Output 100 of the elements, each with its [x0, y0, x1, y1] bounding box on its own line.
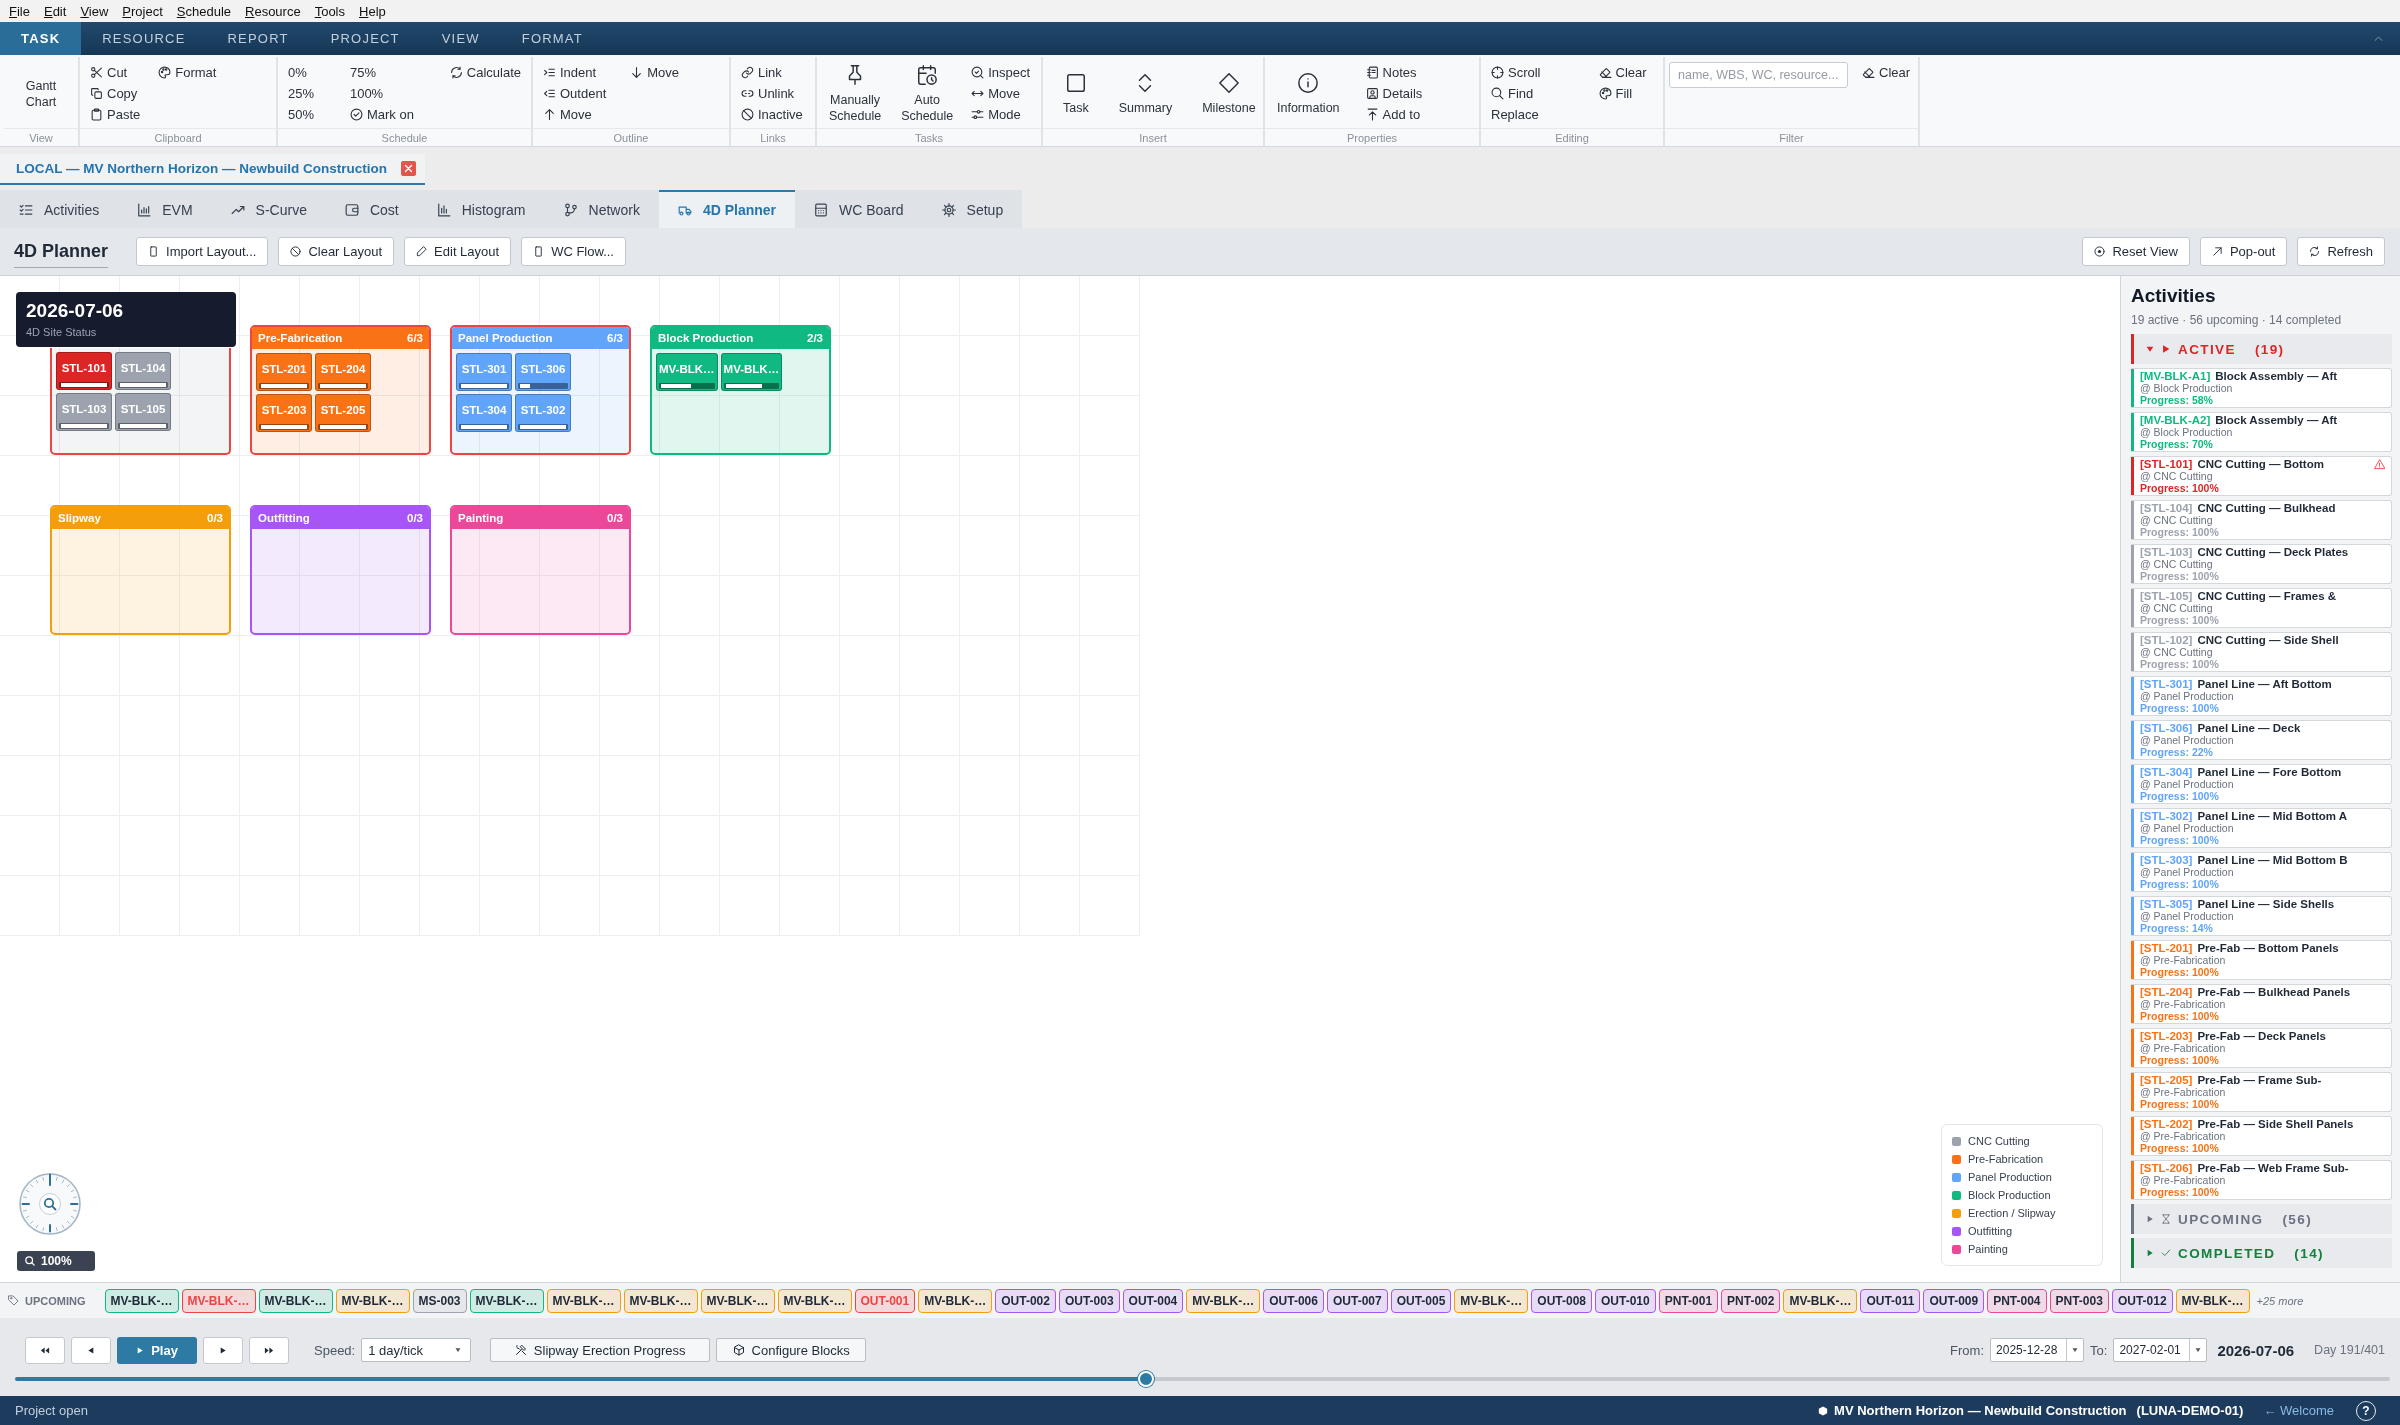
activity-card[interactable]: [STL-306] Panel Line — Deck @ Panel Production Progress: 22%: [2131, 720, 2392, 760]
upcoming-chip[interactable]: OUT-009: [1923, 1288, 1985, 1313]
ribbon-button[interactable]: Copy: [90, 83, 141, 104]
upcoming-chip[interactable]: MV-BLK-…: [918, 1288, 993, 1313]
caret-up-icon[interactable]: [2374, 34, 2383, 43]
action-button[interactable]: Configure Blocks: [716, 1338, 867, 1362]
ribbon-tab[interactable]: REPORT: [206, 22, 310, 55]
ribbon-button[interactable]: Outdent: [543, 83, 607, 104]
activity-card[interactable]: [STL-205] Pre-Fab — Frame Sub- @ Pre-Fabrication Progress: 100%: [2131, 1072, 2392, 1112]
ribbon-tab[interactable]: VIEW: [420, 22, 501, 55]
rewind-button[interactable]: [25, 1336, 65, 1364]
activity-card[interactable]: [STL-204] Pre-Fab — Bulkhead Panels @ Pre-Fabrication Progress: 100%: [2131, 984, 2392, 1024]
module-tab[interactable]: Activities: [0, 190, 119, 228]
ribbon-button[interactable]: Clear: [1862, 62, 1911, 83]
ribbon-button[interactable]: Replace: [1491, 104, 1541, 125]
upcoming-chip[interactable]: OUT-003: [1058, 1288, 1120, 1313]
upcoming-chip[interactable]: PNT-001: [1658, 1288, 1719, 1313]
ribbon-button[interactable]: Mode: [971, 104, 1031, 125]
toolbar-button[interactable]: WC Flow...: [521, 237, 626, 266]
module-tab[interactable]: EVM: [118, 190, 212, 228]
toolbar-button[interactable]: Clear Layout: [278, 237, 395, 266]
ribbon-button[interactable]: Move: [630, 62, 680, 83]
ribbon-button[interactable]: Summary: [1116, 62, 1175, 125]
activity-card[interactable]: [STL-203] Pre-Fab — Deck Panels @ Pre-Fabrication Progress: 100%: [2131, 1028, 2392, 1068]
module-tab[interactable]: Histogram: [417, 190, 545, 228]
activity-card[interactable]: [STL-303] Panel Line — Mid Bottom B @ Panel Production Progress: 100%: [2131, 852, 2392, 892]
ribbon-button[interactable]: Gantt Chart: [23, 62, 59, 125]
upcoming-chip[interactable]: MV-BLK-…: [777, 1288, 852, 1313]
activity-card[interactable]: [STL-305] Panel Line — Side Shells @ Panel Production Progress: 14%: [2131, 896, 2392, 936]
slider-thumb[interactable]: [1137, 1371, 1154, 1387]
ribbon-button[interactable]: Move: [971, 83, 1031, 104]
section-header[interactable]: COMPLETED (14): [2131, 1238, 2392, 1268]
close-button[interactable]: [401, 161, 416, 176]
activity-card[interactable]: [STL-103] CNC Cutting — Deck Plates @ CNC Cutting Progress: 100%: [2131, 544, 2392, 584]
upcoming-chip[interactable]: OUT-011: [1860, 1288, 1921, 1313]
upcoming-chip[interactable]: MV-BLK-…: [335, 1288, 410, 1313]
module-tab[interactable]: Setup: [922, 190, 1023, 228]
upcoming-chip[interactable]: OUT-007: [1326, 1288, 1388, 1313]
welcome-link[interactable]: ← Welcome: [2263, 1403, 2334, 1418]
module-tab[interactable]: Network: [544, 190, 659, 228]
activity-card[interactable]: [STL-206] Pre-Fab — Web Frame Sub- @ Pre-Fabrication Progress: 100%: [2131, 1160, 2392, 1200]
menu-item[interactable]: Project: [122, 3, 163, 19]
ribbon-button[interactable]: Task: [1061, 62, 1091, 125]
ribbon-button[interactable]: Mark on: [349, 104, 414, 125]
upcoming-chip[interactable]: OUT-002: [995, 1288, 1056, 1313]
zoom-dial-icon[interactable]: [18, 1172, 82, 1236]
ribbon-button[interactable]: Inactive: [741, 104, 803, 125]
ribbon-button[interactable]: Notes: [1365, 62, 1423, 83]
upcoming-chip[interactable]: PNT-003: [2049, 1288, 2109, 1313]
ribbon-button[interactable]: 25%: [288, 83, 315, 104]
upcoming-chip[interactable]: MV-BLK-…: [1783, 1288, 1858, 1313]
menu-item[interactable]: Tools: [314, 3, 345, 19]
step-back-button[interactable]: [71, 1336, 111, 1364]
ribbon-button[interactable]: Format: [158, 62, 217, 83]
ribbon-button[interactable]: 0%: [288, 62, 315, 83]
filter-field[interactable]: name, WBS, WC, resource...: [1669, 62, 1848, 88]
ribbon-button[interactable]: Auto Schedule: [899, 62, 956, 125]
play-button[interactable]: Play: [117, 1336, 197, 1364]
ribbon-button[interactable]: Unlink: [741, 83, 803, 104]
upcoming-chip[interactable]: MV-BLK-…: [1186, 1288, 1261, 1313]
ribbon-button[interactable]: Manually Schedule: [827, 62, 884, 125]
upcoming-chip[interactable]: MV-BLK-…: [700, 1288, 775, 1313]
ribbon-button[interactable]: Link: [741, 62, 803, 83]
speed-select[interactable]: 1 day/tick: [361, 1338, 472, 1362]
ribbon-button[interactable]: Paste: [90, 104, 141, 125]
ribbon-button[interactable]: 100%: [349, 83, 414, 104]
upcoming-chip[interactable]: MV-BLK-…: [258, 1288, 333, 1313]
from-date-select[interactable]: 2025-12-28: [1990, 1338, 2085, 1362]
toolbar-button[interactable]: Refresh: [2297, 237, 2385, 266]
toolbar-button[interactable]: Reset View: [2082, 237, 2190, 266]
menu-item[interactable]: Edit: [43, 3, 67, 19]
upcoming-chip[interactable]: MV-BLK-…: [469, 1288, 544, 1313]
toolbar-button[interactable]: Import Layout...: [136, 237, 269, 266]
upcoming-chip[interactable]: MV-BLK-…: [1454, 1288, 1529, 1313]
menu-item[interactable]: Resource: [245, 3, 301, 19]
activity-card[interactable]: [MV-BLK-A1] Block Assembly — Aft @ Block Production Progress: 58%: [2131, 368, 2392, 408]
upcoming-chip[interactable]: MV-BLK-…: [546, 1288, 621, 1313]
ribbon-button[interactable]: 75%: [349, 62, 414, 83]
ribbon-button[interactable]: Add to: [1365, 104, 1423, 125]
section-header[interactable]: UPCOMING (56): [2131, 1204, 2392, 1234]
upcoming-chip[interactable]: OUT-012: [2111, 1288, 2173, 1313]
upcoming-chip[interactable]: MV-BLK-…: [623, 1288, 698, 1313]
module-tab[interactable]: WC Board: [795, 190, 923, 228]
upcoming-chip[interactable]: PNT-002: [1721, 1288, 1781, 1313]
fast-forward-button[interactable]: [249, 1336, 289, 1364]
upcoming-chip[interactable]: OUT-004: [1122, 1288, 1184, 1313]
action-button[interactable]: Slipway Erection Progress: [490, 1338, 711, 1362]
ribbon-button[interactable]: Inspect: [971, 62, 1031, 83]
activity-card[interactable]: [MV-BLK-A2] Block Assembly — Aft @ Block Production Progress: 70%: [2131, 412, 2392, 452]
ribbon-button[interactable]: Clear: [1598, 62, 1647, 83]
ribbon-tab[interactable]: PROJECT: [309, 22, 421, 55]
ribbon-tab[interactable]: RESOURCE: [81, 22, 207, 55]
activity-card[interactable]: [STL-302] Panel Line — Mid Bottom A @ Panel Production Progress: 100%: [2131, 808, 2392, 848]
ribbon-button[interactable]: Scroll: [1491, 62, 1541, 83]
ribbon-button[interactable]: Move: [543, 104, 607, 125]
activity-card[interactable]: [STL-301] Panel Line — Aft Bottom @ Panel Production Progress: 100%: [2131, 676, 2392, 716]
ribbon-button[interactable]: Information: [1275, 62, 1342, 125]
activity-card[interactable]: [STL-304] Panel Line — Fore Bottom @ Panel Production Progress: 100%: [2131, 764, 2392, 804]
activity-card[interactable]: [STL-101] CNC Cutting — Bottom @ CNC Cutting Progress: 100%: [2131, 456, 2392, 496]
to-date-select[interactable]: 2027-02-01: [2113, 1338, 2208, 1362]
